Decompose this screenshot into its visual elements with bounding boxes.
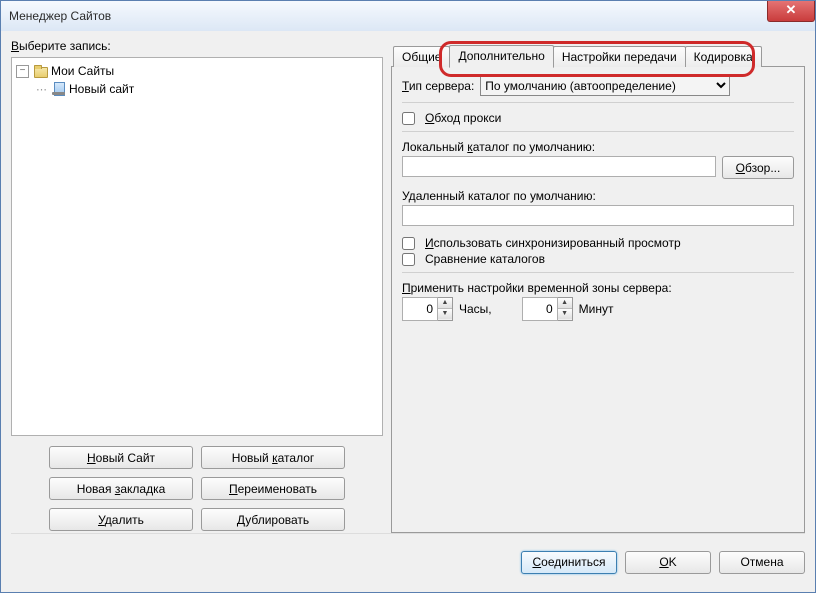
tab-transfer[interactable]: Настройки передачи bbox=[553, 46, 686, 67]
server-icon bbox=[51, 81, 67, 97]
hours-input[interactable] bbox=[402, 297, 438, 321]
tree-root-item[interactable]: − Мои Сайты bbox=[14, 62, 380, 80]
divider bbox=[402, 102, 794, 103]
tree-line-icon: ⋯ bbox=[36, 83, 47, 96]
minutes-input[interactable] bbox=[522, 297, 558, 321]
cancel-button[interactable]: Отмена bbox=[719, 551, 805, 574]
tab-panel-advanced: Тип сервера: По умолчанию (автоопределен… bbox=[391, 66, 805, 533]
chevron-down-icon[interactable]: ▼ bbox=[558, 309, 572, 319]
new-folder-button[interactable]: Новый каталог bbox=[201, 446, 345, 469]
chevron-down-icon[interactable]: ▼ bbox=[438, 309, 452, 319]
tab-charset[interactable]: Кодировка bbox=[685, 46, 762, 67]
left-column: Выберите запись: − Мои Сайты ⋯ Новый сай… bbox=[11, 39, 383, 533]
browse-button[interactable]: Обзор... bbox=[722, 156, 794, 179]
right-column: Общие Дополнительно Настройки передачи К… bbox=[391, 39, 805, 533]
select-entry-label: Выберите запись: bbox=[11, 39, 383, 53]
remote-dir-label: Удаленный каталог по умолчанию: bbox=[402, 189, 596, 203]
connect-button[interactable]: Соединиться bbox=[521, 551, 617, 574]
footer-bar: Соединиться OK Отмена bbox=[11, 533, 805, 582]
sync-browse-label: Использовать синхронизированный просмотр bbox=[425, 236, 681, 250]
remote-dir-input[interactable] bbox=[402, 205, 794, 226]
remote-dir-label-row: Удаленный каталог по умолчанию: bbox=[402, 189, 794, 203]
new-bookmark-button[interactable]: Новая закладка bbox=[49, 477, 193, 500]
server-type-select[interactable]: По умолчанию (автоопределение) bbox=[480, 75, 730, 96]
left-button-grid: Новый Сайт Новый каталог Новая закладка … bbox=[11, 436, 383, 533]
hours-label: Часы, bbox=[459, 302, 492, 316]
tree-collapse-icon[interactable]: − bbox=[16, 65, 29, 78]
chevron-up-icon[interactable]: ▲ bbox=[438, 298, 452, 309]
tree-child-label: Новый сайт bbox=[69, 82, 134, 96]
local-dir-input[interactable] bbox=[402, 156, 716, 177]
tz-inputs-row: ▲▼ Часы, ▲▼ Минут bbox=[402, 297, 794, 321]
bypass-proxy-checkbox[interactable] bbox=[402, 112, 415, 125]
ok-button[interactable]: OK bbox=[625, 551, 711, 574]
site-manager-window: Менеджер Сайтов ✕ Выберите запись: − Мои… bbox=[0, 0, 816, 593]
compare-dirs-checkbox[interactable] bbox=[402, 253, 415, 266]
tz-label: Применить настройки временной зоны серве… bbox=[402, 281, 672, 295]
compare-dirs-label: Сравнение каталогов bbox=[425, 252, 545, 266]
tab-advanced[interactable]: Дополнительно bbox=[449, 45, 553, 68]
duplicate-button[interactable]: Дублировать bbox=[201, 508, 345, 531]
close-button[interactable]: ✕ bbox=[767, 1, 815, 22]
new-site-button[interactable]: Новый Сайт bbox=[49, 446, 193, 469]
tz-label-row: Применить настройки временной зоны серве… bbox=[402, 281, 794, 295]
tab-general[interactable]: Общие bbox=[393, 46, 450, 67]
bypass-proxy-row: Обход прокси bbox=[402, 111, 794, 125]
local-dir-row: Обзор... bbox=[402, 156, 794, 179]
tree-child-item[interactable]: ⋯ Новый сайт bbox=[14, 80, 380, 98]
window-title: Менеджер Сайтов bbox=[9, 9, 111, 23]
remote-dir-row bbox=[402, 205, 794, 226]
window-body: Выберите запись: − Мои Сайты ⋯ Новый сай… bbox=[1, 31, 815, 592]
hours-spinner: ▲▼ bbox=[402, 297, 453, 321]
divider bbox=[402, 131, 794, 132]
hours-spin-buttons[interactable]: ▲▼ bbox=[438, 297, 453, 321]
sync-browse-row: Использовать синхронизированный просмотр bbox=[402, 236, 794, 250]
minutes-label: Минут bbox=[579, 302, 614, 316]
sync-browse-checkbox[interactable] bbox=[402, 237, 415, 250]
local-dir-label-row: Локальный каталог по умолчанию: bbox=[402, 140, 794, 154]
divider bbox=[402, 272, 794, 273]
site-tree[interactable]: − Мои Сайты ⋯ Новый сайт bbox=[11, 57, 383, 436]
rename-button[interactable]: Переименовать bbox=[201, 477, 345, 500]
minutes-spinner: ▲▼ bbox=[522, 297, 573, 321]
compare-dirs-row: Сравнение каталогов bbox=[402, 252, 794, 266]
delete-button[interactable]: Удалить bbox=[49, 508, 193, 531]
folder-icon bbox=[33, 63, 49, 79]
local-dir-label: Локальный каталог по умолчанию: bbox=[402, 140, 595, 154]
server-type-label: Тип сервера: bbox=[402, 79, 474, 93]
server-type-row: Тип сервера: По умолчанию (автоопределен… bbox=[402, 75, 794, 96]
minutes-spin-buttons[interactable]: ▲▼ bbox=[558, 297, 573, 321]
upper-panel: Выберите запись: − Мои Сайты ⋯ Новый сай… bbox=[11, 39, 805, 533]
chevron-up-icon[interactable]: ▲ bbox=[558, 298, 572, 309]
bypass-proxy-label: Обход прокси bbox=[425, 111, 501, 125]
titlebar: Менеджер Сайтов ✕ bbox=[1, 1, 815, 32]
tree-root-label: Мои Сайты bbox=[51, 64, 114, 78]
tab-bar: Общие Дополнительно Настройки передачи К… bbox=[393, 45, 805, 67]
